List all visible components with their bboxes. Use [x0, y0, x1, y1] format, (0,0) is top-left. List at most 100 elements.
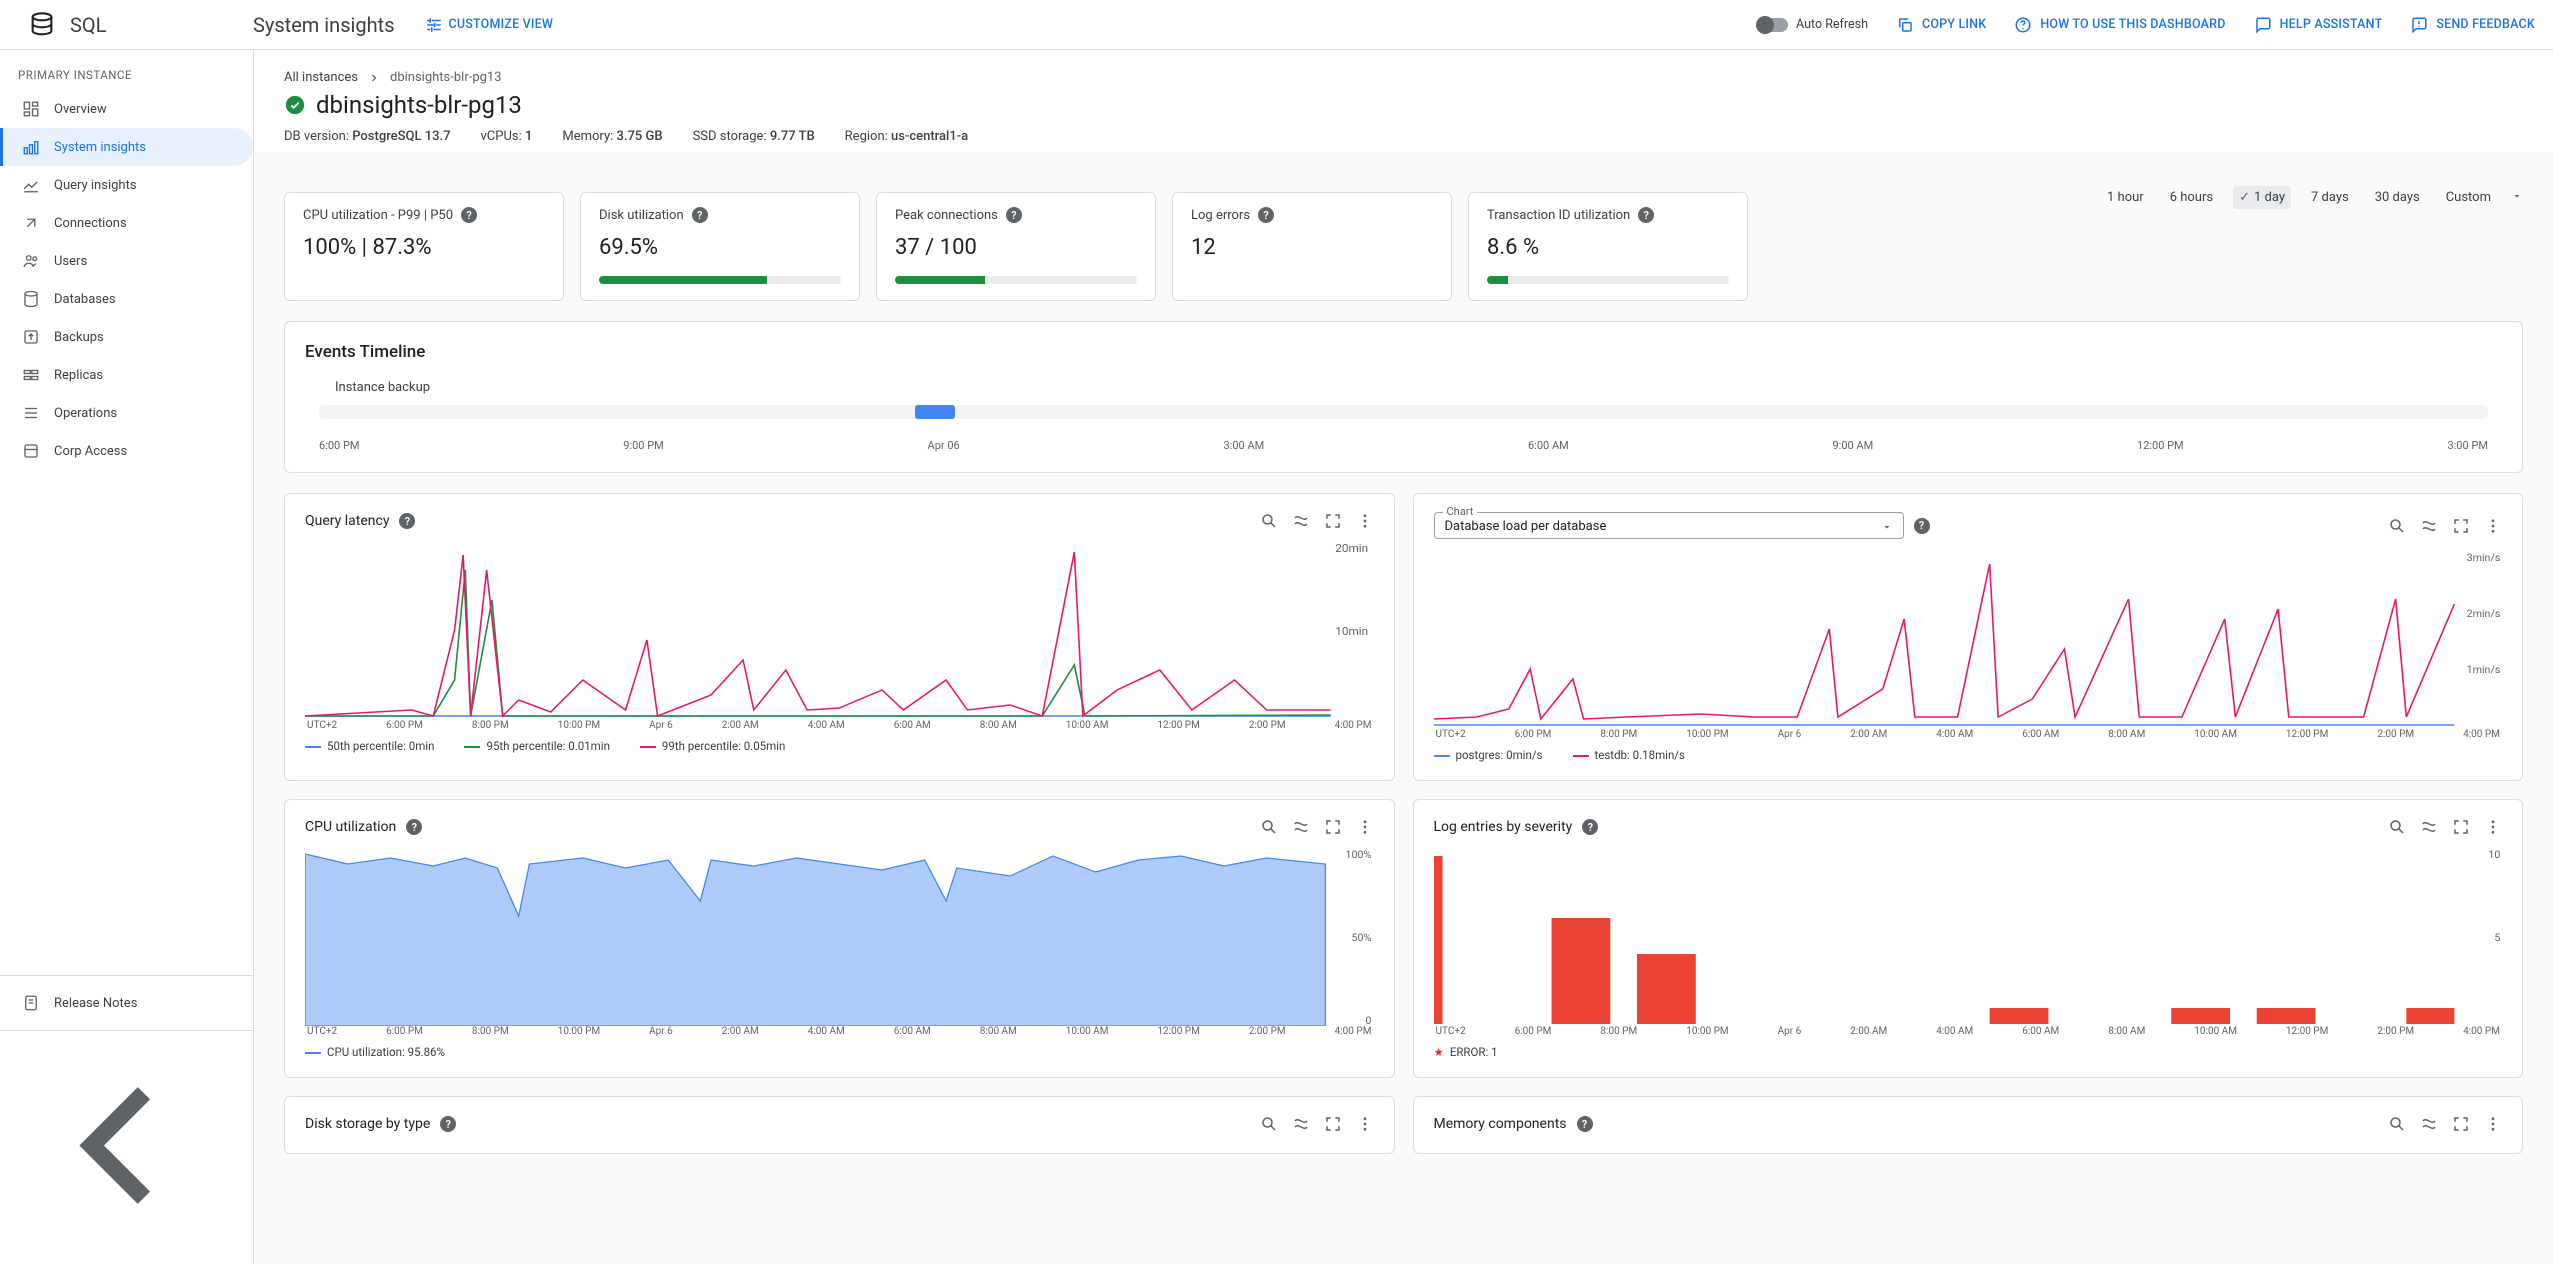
chart-cpu-utilization: CPU utilization ? 100% 50% 0: [284, 799, 1395, 1078]
instance-specs: DB version: PostgreSQL 13.7 vCPUs: 1 Mem…: [284, 129, 2523, 144]
help-icon[interactable]: ?: [1582, 819, 1598, 835]
chart-db-load: Chart Database load per database ?: [1413, 493, 2524, 781]
help-icon[interactable]: ?: [1258, 207, 1274, 223]
legend-item[interactable]: ★ERROR: 1: [1434, 1045, 1498, 1059]
svg-text:20min: 20min: [1335, 541, 1368, 555]
zoom-icon[interactable]: [2388, 1115, 2406, 1133]
help-icon[interactable]: ?: [440, 1116, 456, 1132]
sidebar-item-operations[interactable]: Operations: [0, 394, 253, 432]
time-range-custom[interactable]: Custom: [2440, 186, 2497, 209]
sidebar-item-system-insights[interactable]: System insights: [0, 128, 253, 166]
fullscreen-icon[interactable]: [2452, 1115, 2470, 1133]
time-range-1-day[interactable]: ✓1 day: [2233, 186, 2291, 209]
legend-toggle-icon[interactable]: [1292, 1115, 1310, 1133]
fullscreen-icon[interactable]: [1324, 512, 1342, 530]
sidebar-item-replicas[interactable]: Replicas: [0, 356, 253, 394]
legend-toggle-icon[interactable]: [2420, 517, 2438, 535]
insights-icon: [22, 138, 40, 156]
chart-plot-area[interactable]: 10 5: [1434, 846, 2503, 1026]
chart-disk-storage: Disk storage by type ?: [284, 1096, 1395, 1154]
zoom-icon[interactable]: [1260, 1115, 1278, 1133]
brand[interactable]: SQL: [28, 11, 253, 39]
sidebar-item-overview[interactable]: Overview: [0, 90, 253, 128]
sidebar-item-query-insights[interactable]: Query insights: [0, 166, 253, 204]
legend-item[interactable]: testdb: 0.18min/s: [1573, 748, 1685, 762]
stat-bar: [1487, 276, 1729, 284]
legend-item[interactable]: 95th percentile: 0.01min: [464, 739, 609, 753]
chart-plot-area[interactable]: 100% 50% 0: [305, 846, 1374, 1026]
chart-select[interactable]: Chart Database load per database: [1434, 512, 1904, 539]
help-icon[interactable]: ?: [399, 513, 415, 529]
help-icon[interactable]: ?: [1638, 207, 1654, 223]
chart-plot-area[interactable]: 3min/s 2min/s 1min/s: [1434, 549, 2503, 729]
time-range-7-days[interactable]: 7 days: [2305, 186, 2355, 209]
time-range-6-hours[interactable]: 6 hours: [2164, 186, 2219, 209]
stat-label: Peak connections ?: [895, 207, 1137, 223]
timeline-track[interactable]: [319, 405, 2488, 419]
legend-item[interactable]: postgres: 0min/s: [1434, 748, 1543, 762]
legend-toggle-icon[interactable]: [2420, 818, 2438, 836]
svg-text:0: 0: [1365, 1014, 1371, 1026]
stat-card-2[interactable]: Peak connections ? 37 / 100: [876, 192, 1156, 301]
time-range-selector: 1 hour 6 hours ✓1 day 7 days 30 days Custom: [2101, 186, 2523, 209]
help-icon[interactable]: ?: [461, 207, 477, 223]
help-icon[interactable]: ?: [406, 819, 422, 835]
zoom-icon[interactable]: [2388, 517, 2406, 535]
breadcrumb-root[interactable]: All instances: [284, 70, 358, 85]
time-range-30-days[interactable]: 30 days: [2369, 186, 2426, 209]
help-icon[interactable]: ?: [1006, 207, 1022, 223]
help-icon[interactable]: ?: [1577, 1116, 1593, 1132]
more-icon[interactable]: [2484, 818, 2502, 836]
sidebar-item-databases[interactable]: Databases: [0, 280, 253, 318]
users-icon: [22, 252, 40, 270]
sidebar-item-corp-access[interactable]: Corp Access: [0, 432, 253, 470]
legend-toggle-icon[interactable]: [1292, 818, 1310, 836]
legend-item[interactable]: 99th percentile: 0.05min: [640, 739, 785, 753]
legend-item[interactable]: CPU utilization: 95.86%: [305, 1045, 445, 1059]
chart-plot-area[interactable]: 20min 10min: [305, 540, 1374, 720]
how-to-use-button[interactable]: HOW TO USE THIS DASHBOARD: [2014, 16, 2225, 34]
stat-label: Transaction ID utilization ?: [1487, 207, 1729, 223]
timeline-event-backup[interactable]: [915, 405, 954, 419]
more-icon[interactable]: [1356, 1115, 1374, 1133]
help-icon[interactable]: ?: [1914, 518, 1930, 534]
stat-card-4[interactable]: Transaction ID utilization ?8.6 %: [1468, 192, 1748, 301]
zoom-icon[interactable]: [1260, 818, 1278, 836]
time-range-1-hour[interactable]: 1 hour: [2101, 186, 2150, 209]
more-icon[interactable]: [1356, 512, 1374, 530]
copy-link-button[interactable]: COPY LINK: [1896, 16, 1986, 34]
legend-toggle-icon[interactable]: [2420, 1115, 2438, 1133]
fullscreen-icon[interactable]: [2452, 517, 2470, 535]
stat-value: 37 / 100: [895, 235, 1137, 260]
send-feedback-button[interactable]: SEND FEEDBACK: [2410, 16, 2535, 34]
fullscreen-icon[interactable]: [1324, 818, 1342, 836]
legend-toggle-icon[interactable]: [1292, 512, 1310, 530]
sidebar-item-backups[interactable]: Backups: [0, 318, 253, 356]
help-assistant-button[interactable]: HELP ASSISTANT: [2254, 16, 2383, 34]
sidebar-item-users[interactable]: Users: [0, 242, 253, 280]
replicas-icon: [22, 366, 40, 384]
more-icon[interactable]: [2484, 517, 2502, 535]
sidebar-collapse-button[interactable]: [0, 1030, 253, 1264]
more-icon[interactable]: [2484, 1115, 2502, 1133]
stat-card-0[interactable]: CPU utilization - P99 | P50 ?100% | 87.3…: [284, 192, 564, 301]
stat-card-1[interactable]: Disk utilization ?69.5%: [580, 192, 860, 301]
fullscreen-icon[interactable]: [2452, 818, 2470, 836]
zoom-icon[interactable]: [2388, 818, 2406, 836]
sidebar-release-notes[interactable]: Release Notes: [0, 984, 253, 1022]
zoom-icon[interactable]: [1260, 512, 1278, 530]
stat-card-3[interactable]: Log errors ?12: [1172, 192, 1452, 301]
help-icon[interactable]: ?: [692, 207, 708, 223]
copy-icon: [1896, 16, 1914, 34]
auto-refresh-toggle[interactable]: Auto Refresh: [1758, 17, 1868, 32]
customize-view-button[interactable]: CUSTOMIZE VIEW: [425, 16, 554, 34]
more-icon[interactable]: [1356, 818, 1374, 836]
legend-item[interactable]: 50th percentile: 0min: [305, 739, 434, 753]
chart-title: Log entries by severity: [1434, 819, 1573, 835]
fullscreen-icon[interactable]: [1324, 1115, 1342, 1133]
x-axis: UTC+26:00 PM8:00 PM10:00 PMApr 62:00 AM4…: [305, 720, 1374, 731]
backup-icon: [22, 328, 40, 346]
instance-name: dbinsights-blr-pg13: [316, 91, 522, 119]
svg-text:3min/s: 3min/s: [2466, 551, 2500, 564]
sidebar-item-connections[interactable]: Connections: [0, 204, 253, 242]
